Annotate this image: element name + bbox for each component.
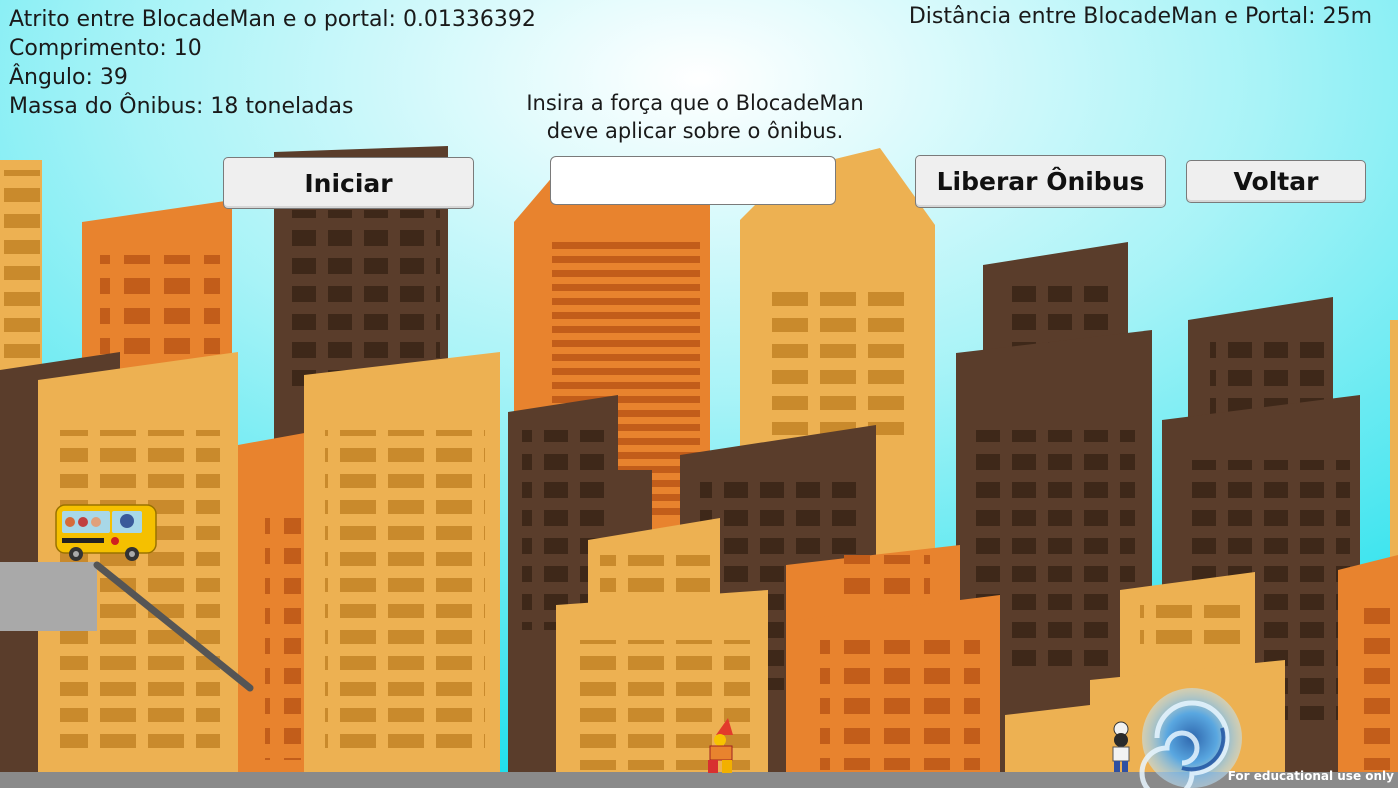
- mass-readout: Massa do Ônibus: 18 toneladas: [9, 94, 354, 119]
- start-button[interactable]: Iniciar: [223, 157, 474, 209]
- force-prompt-line2: deve aplicar sobre o ônibus.: [546, 119, 844, 143]
- distance-readout: Distância entre BlocadeMan e Portal: 25m: [908, 4, 1372, 29]
- force-prompt-line1: Insira a força que o BlocadeMan: [526, 91, 864, 115]
- force-prompt: Insira a força que o BlocadeMan deve apl…: [490, 89, 900, 145]
- school-bus-icon: [55, 504, 157, 561]
- watermark: For educational use only: [1227, 769, 1394, 783]
- release-bus-button[interactable]: Liberar Ônibus: [915, 155, 1166, 208]
- force-input[interactable]: [550, 156, 836, 205]
- platform: [0, 562, 97, 631]
- friction-readout: Atrito entre BlocadeMan e o portal: 0.01…: [9, 7, 536, 32]
- back-button[interactable]: Voltar: [1186, 160, 1366, 203]
- stats-panel: Atrito entre BlocadeMan e o portal: 0.01…: [9, 5, 536, 121]
- length-readout: Comprimento: 10: [9, 36, 202, 61]
- angle-readout: Ângulo: 39: [9, 65, 128, 90]
